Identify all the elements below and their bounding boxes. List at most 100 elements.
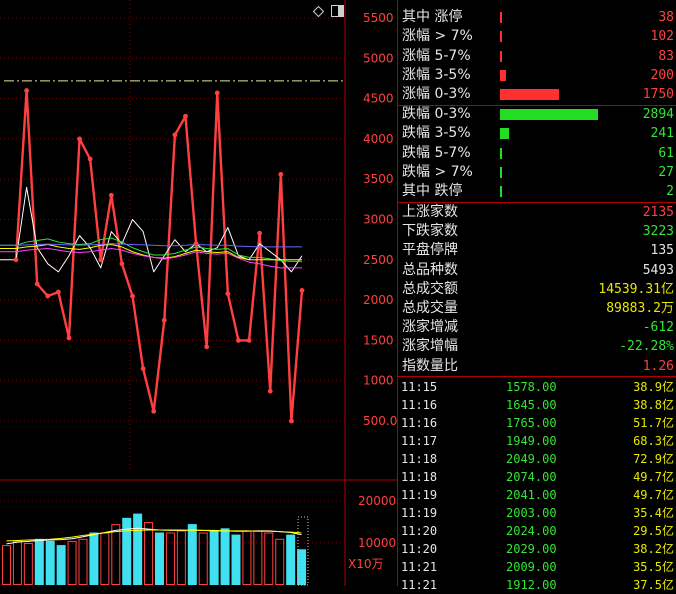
tick-row[interactable]: 11:19 2041.00 49.7亿 xyxy=(398,486,676,504)
volume-bar xyxy=(242,530,252,586)
tick-amount: 38.8亿 xyxy=(633,396,674,414)
volume-bar xyxy=(209,530,219,585)
intraday-chart[interactable]: 5500 5000 4500 4000 3500 3000 2500 2000 1500 1000… xyxy=(0,0,397,586)
volume-bar xyxy=(111,524,121,585)
volume-bar xyxy=(275,538,285,585)
data-point xyxy=(13,257,19,263)
tick-row[interactable]: 11:18 2049.00 72.9亿 xyxy=(398,450,676,468)
tick-time: 11:16 xyxy=(401,398,438,412)
volume-bar xyxy=(187,524,197,585)
volume-bar xyxy=(67,540,77,586)
data-point xyxy=(214,90,220,96)
tick-row[interactable]: 11:17 1949.00 68.3亿 xyxy=(398,432,676,450)
tick-amount-unit: 亿 xyxy=(661,578,674,592)
data-point xyxy=(278,171,284,177)
data-point xyxy=(98,257,104,263)
tick-time: 11:21 xyxy=(401,578,438,592)
breadth-bar xyxy=(500,109,598,120)
volume-bar xyxy=(78,538,88,585)
price-tick-label: 1500 xyxy=(363,333,394,347)
volume-bar xyxy=(198,532,208,585)
tick-price: 2003.00 xyxy=(506,506,557,520)
volume-bar xyxy=(231,534,241,585)
row-label: 其中 涨停 xyxy=(402,9,463,25)
volume-bar xyxy=(89,532,99,585)
tick-row[interactable]: 11:21 1912.00 37.5亿 xyxy=(398,576,676,594)
row-value: 2894 xyxy=(642,107,674,122)
tick-amount-unit: 亿 xyxy=(661,524,674,538)
breadth-row: 涨幅 3-5% 200 xyxy=(398,66,676,85)
row-label: 总成交量 xyxy=(402,300,458,316)
volume-tick-label: 10000 xyxy=(358,536,396,550)
row-value: 83 xyxy=(658,48,674,64)
tick-price: 2074.00 xyxy=(506,470,557,484)
tick-row[interactable]: 11:19 2003.00 35.4亿 xyxy=(398,504,676,522)
stat-row: 下跌家数 3223 xyxy=(398,222,676,241)
row-value: -612 xyxy=(642,320,674,336)
tick-time: 11:18 xyxy=(401,452,438,466)
volume-bar xyxy=(253,530,263,586)
price-tick-label: 4000 xyxy=(363,132,394,146)
breadth-row: 涨幅 0-3% 1750 xyxy=(398,85,676,104)
price-tick-label: 3000 xyxy=(363,213,394,227)
data-point xyxy=(66,335,72,341)
volume-layer xyxy=(2,513,309,586)
data-point xyxy=(289,418,294,424)
data-point xyxy=(246,338,252,343)
breadth-bar xyxy=(500,186,502,198)
data-point xyxy=(172,132,178,138)
breadth-row: 跌幅 0-3% 2894 xyxy=(398,105,676,124)
tick-row[interactable]: 11:20 2024.00 29.5亿 xyxy=(398,522,676,540)
volume-bar xyxy=(34,538,44,585)
data-point xyxy=(236,338,241,343)
price-tick-label: 1000 xyxy=(363,374,394,388)
volume-bar xyxy=(23,543,33,585)
breadth-row: 涨幅 > 7% 102 xyxy=(398,27,676,46)
tick-row[interactable]: 11:16 1645.00 38.8亿 xyxy=(398,396,676,414)
tick-amount-unit: 亿 xyxy=(661,434,674,448)
tick-price: 2024.00 xyxy=(506,524,557,538)
row-value: 2135 xyxy=(642,205,674,220)
breadth-bar xyxy=(500,128,509,140)
row-value: 89883.2万 xyxy=(606,301,674,316)
stat-row: 涨家增幅 -22.28% xyxy=(398,337,676,356)
volume-bar xyxy=(144,522,154,585)
row-value: 38 xyxy=(658,10,674,25)
volume-bar xyxy=(286,534,296,585)
tick-row[interactable]: 11:20 2029.00 38.2亿 xyxy=(398,540,676,558)
row-value: 27 xyxy=(658,164,674,180)
data-point xyxy=(45,293,51,299)
row-value: 14539.31亿 xyxy=(598,281,674,297)
row-label: 跌幅 5-7% xyxy=(402,144,471,161)
tick-row[interactable]: 11:15 1578.00 38.9亿 xyxy=(398,378,676,396)
row-label: 跌幅 > 7% xyxy=(402,163,473,180)
volume-ma-line xyxy=(6,529,302,542)
tick-row[interactable]: 11:16 1765.00 51.7亿 xyxy=(398,414,676,432)
tick-row[interactable]: 11:21 2009.00 35.5亿 xyxy=(398,558,676,576)
tick-price: 1912.00 xyxy=(506,578,557,592)
tick-time: 11:19 xyxy=(401,488,438,502)
tick-time: 11:17 xyxy=(401,434,438,448)
row-label: 跌幅 3-5% xyxy=(402,125,471,142)
data-point xyxy=(204,344,210,350)
data-point xyxy=(151,408,157,414)
tick-amount: 35.4亿 xyxy=(633,504,674,522)
breadth-row: 跌幅 5-7% 61 xyxy=(398,144,676,163)
row-value: 1.26 xyxy=(642,358,674,374)
breadth-row: 跌幅 > 7% 27 xyxy=(398,163,676,182)
grid-layer xyxy=(0,0,345,544)
tick-row[interactable]: 11:18 2074.00 49.7亿 xyxy=(398,468,676,486)
row-label: 涨幅 > 7% xyxy=(402,28,473,45)
tick-amount-unit: 亿 xyxy=(661,470,674,484)
volume-unit-label: X10万 xyxy=(348,557,384,571)
data-point xyxy=(267,388,273,394)
window-icon[interactable] xyxy=(331,2,344,17)
stat-row: 平盘停牌 135 xyxy=(398,241,676,260)
stat-row: 总成交量 89883.2万 xyxy=(398,299,676,318)
breadth-row: 其中 跌停 2 xyxy=(398,182,676,201)
tick-amount: 37.5亿 xyxy=(633,576,674,594)
chart-pane[interactable]: 5500 5000 4500 4000 3500 3000 2500 2000 1500 1000… xyxy=(0,0,397,586)
tick-amount-unit: 亿 xyxy=(661,506,674,520)
diamond-icon[interactable] xyxy=(312,2,325,18)
price-tick-label: 5000 xyxy=(363,51,394,65)
